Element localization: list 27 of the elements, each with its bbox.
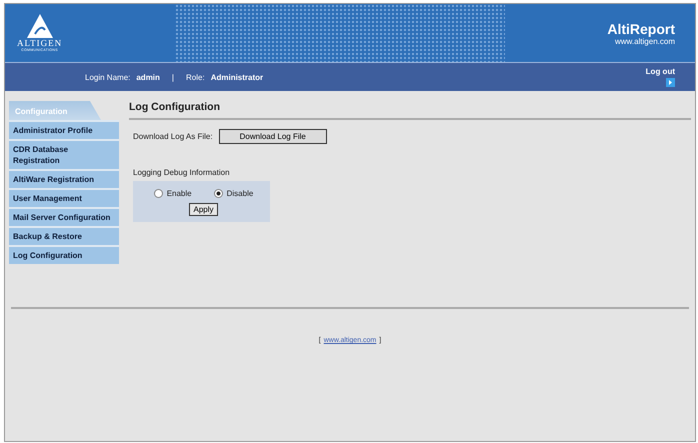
sidebar-item[interactable]: CDR Database Registration bbox=[9, 139, 119, 169]
page-title: Log Configuration bbox=[129, 101, 691, 120]
radio-label: Enable bbox=[166, 189, 192, 198]
sidebar-item[interactable]: Backup & Restore bbox=[9, 226, 119, 245]
sidebar-item[interactable]: User Management bbox=[9, 188, 119, 207]
logout-link[interactable]: Log out bbox=[646, 67, 675, 87]
radio-label: Disable bbox=[226, 189, 254, 198]
role-label: Role: bbox=[186, 72, 205, 82]
apply-button[interactable]: Apply bbox=[189, 203, 218, 216]
app-title: AltiReport bbox=[607, 20, 675, 36]
sidebar-item[interactable]: Administrator Profile bbox=[9, 120, 119, 139]
logo-triangle-icon bbox=[26, 14, 53, 38]
download-button[interactable]: Download Log File bbox=[218, 129, 327, 144]
section-title: Logging Debug Information bbox=[133, 168, 231, 177]
app-url: www.altigen.com bbox=[614, 36, 675, 46]
separator: | bbox=[172, 72, 174, 82]
login-name: admin bbox=[136, 72, 160, 82]
radio-button[interactable] bbox=[214, 189, 223, 198]
logo-text: ALTIGEN bbox=[17, 38, 62, 48]
sidebar-item[interactable]: AltiWare Registration bbox=[9, 169, 119, 188]
login-label: Login Name: bbox=[85, 72, 130, 82]
download-label: Download Log As File: bbox=[133, 132, 213, 141]
sidebar-item[interactable]: Log Configuration bbox=[9, 245, 119, 264]
role-name: Administrator bbox=[210, 72, 264, 82]
sidebar-item[interactable]: Mail Server Configuration bbox=[9, 207, 119, 226]
radio-button[interactable] bbox=[154, 189, 163, 198]
arrow-right-icon bbox=[666, 78, 675, 87]
